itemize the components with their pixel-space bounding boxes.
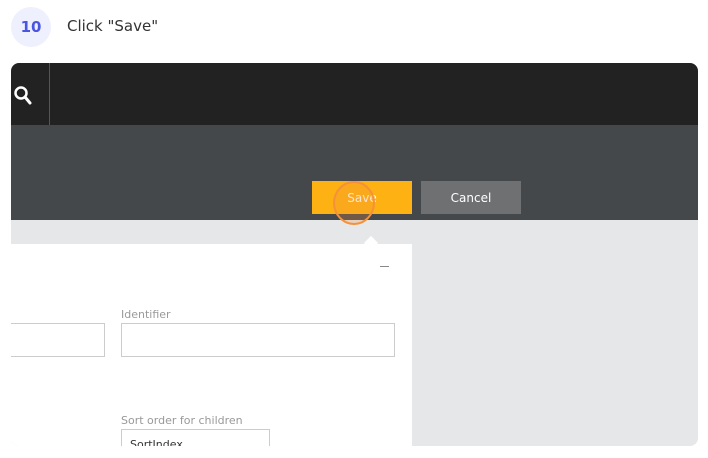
divider — [49, 63, 50, 125]
cancel-button[interactable]: Cancel — [421, 181, 521, 214]
click-indicator — [333, 181, 375, 225]
properties-panel: Identifier Sort order for children SortI… — [11, 244, 412, 446]
step-instruction: Click "Save" — [67, 17, 159, 35]
sort-order-input[interactable]: SortIndex — [121, 429, 270, 446]
collapse-icon[interactable] — [380, 266, 389, 267]
search-icon[interactable] — [13, 85, 33, 109]
top-bar — [11, 63, 698, 125]
sort-order-label: Sort order for children — [121, 414, 243, 427]
name-input[interactable] — [11, 323, 105, 357]
step-number-badge: 10 — [11, 7, 51, 47]
identifier-input[interactable] — [121, 323, 395, 357]
app-screenshot: Save Cancel Identifier Sort order for ch… — [11, 63, 698, 446]
identifier-label: Identifier — [121, 308, 171, 321]
